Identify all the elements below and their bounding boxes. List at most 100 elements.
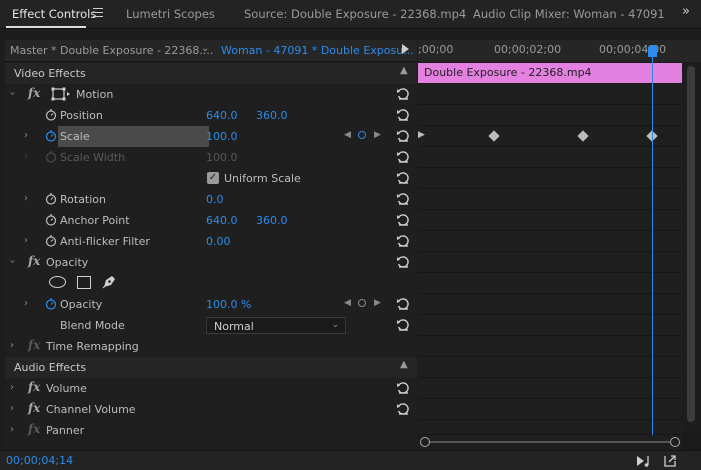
- uniform-scale-checkbox[interactable]: ✓: [207, 172, 219, 184]
- chevron-down-icon[interactable]: ›: [7, 92, 18, 96]
- fx-icon[interactable]: fx: [28, 380, 40, 394]
- reset-icon[interactable]: [396, 150, 410, 164]
- master-clip-label[interactable]: Master * Double Exposure - 22368....: [10, 44, 213, 57]
- effect-channel-volume[interactable]: › fx Channel Volume: [5, 399, 417, 420]
- current-timecode[interactable]: 00;00;04;14: [6, 454, 73, 467]
- reset-icon[interactable]: [396, 234, 410, 248]
- zoom-handle-right[interactable]: [670, 437, 680, 447]
- effect-timeline[interactable]: ;00;00 00;00;02;00 00;00;04;00 Double Ex…: [418, 40, 701, 450]
- add-keyframe-icon[interactable]: [358, 299, 366, 307]
- collapse-up-icon[interactable]: ▲: [400, 359, 408, 370]
- reset-icon[interactable]: [396, 297, 410, 311]
- anti-flicker-value[interactable]: 0.00: [206, 235, 231, 248]
- anchor-y-value[interactable]: 360.0: [256, 214, 288, 227]
- reset-icon[interactable]: [396, 192, 410, 206]
- fx-icon[interactable]: fx: [28, 401, 40, 415]
- time-ruler[interactable]: ;00;00 00;00;02;00 00;00;04;00: [418, 40, 701, 62]
- rectangle-mask-icon[interactable]: [77, 276, 91, 289]
- stopwatch-icon: [45, 151, 57, 163]
- reset-icon[interactable]: [396, 108, 410, 122]
- chevron-right-icon[interactable]: ›: [10, 403, 14, 414]
- effect-panner[interactable]: › fx Panner: [5, 420, 417, 441]
- position-x-value[interactable]: 640.0: [206, 109, 238, 122]
- effect-time-remapping[interactable]: › fx Time Remapping: [5, 336, 417, 357]
- reset-icon[interactable]: [396, 129, 410, 143]
- timeline-clip[interactable]: Double Exposure - 22368.mp4: [418, 63, 682, 83]
- chevron-right-icon[interactable]: ›: [10, 424, 14, 435]
- panel-menu-icon[interactable]: [93, 8, 103, 17]
- scale-value[interactable]: 100.0: [206, 130, 238, 143]
- fx-icon[interactable]: fx: [28, 86, 40, 100]
- effect-volume[interactable]: › fx Volume: [5, 378, 417, 399]
- clip-selector-bar: Master * Double Exposure - 22368.... ⌄ W…: [5, 40, 417, 62]
- mask-tools: [5, 273, 417, 294]
- ruler-time-2s: 00;00;02;00: [494, 43, 562, 56]
- chevron-down-icon[interactable]: ›: [7, 260, 18, 264]
- show-timeline-icon[interactable]: [402, 44, 409, 54]
- opacity-value[interactable]: 100.0 %: [206, 298, 251, 311]
- track-row: [418, 357, 682, 378]
- reset-icon[interactable]: [396, 381, 410, 395]
- fx-icon[interactable]: fx: [28, 254, 40, 268]
- transform-icon[interactable]: [51, 87, 71, 101]
- tab-source-monitor[interactable]: Source: Double Exposure - 22368.mp4: [244, 7, 466, 21]
- track-row: [418, 315, 682, 336]
- effect-opacity[interactable]: › fx Opacity: [5, 252, 417, 273]
- reset-icon[interactable]: [396, 402, 410, 416]
- chevron-right-icon[interactable]: ›: [24, 130, 28, 141]
- stopwatch-icon-active[interactable]: [45, 297, 57, 310]
- tab-effect-controls[interactable]: Effect Controls: [12, 7, 96, 21]
- reset-icon[interactable]: [396, 318, 410, 332]
- next-keyframe-icon[interactable]: ▶: [374, 298, 381, 308]
- track-row: [418, 399, 682, 420]
- stopwatch-icon-active[interactable]: [45, 129, 57, 142]
- ellipse-mask-icon[interactable]: [49, 276, 66, 288]
- prev-keyframe-icon[interactable]: ◀: [344, 130, 351, 140]
- track-row: [418, 420, 682, 435]
- active-tab-indicator: [6, 26, 86, 28]
- playhead-handle[interactable]: [648, 45, 657, 57]
- export-frame-icon[interactable]: [662, 453, 678, 468]
- zoom-handle-left[interactable]: [420, 437, 430, 447]
- chevron-right-icon[interactable]: ›: [24, 193, 28, 204]
- chevron-right-icon[interactable]: ›: [24, 298, 28, 309]
- scale-keyframe[interactable]: [577, 130, 589, 142]
- effect-motion[interactable]: › fx Motion: [5, 84, 417, 105]
- chevron-right-icon[interactable]: ›: [10, 382, 14, 393]
- tab-audio-clip-mixer[interactable]: Audio Clip Mixer: Woman - 47091: [473, 7, 665, 21]
- vertical-scrollbar[interactable]: [682, 62, 701, 432]
- param-label: Scale Width: [60, 151, 126, 164]
- position-y-value[interactable]: 360.0: [256, 109, 288, 122]
- chevron-right-icon[interactable]: ›: [10, 340, 14, 351]
- blend-mode-select[interactable]: Normal ⌄: [206, 317, 346, 334]
- selected-clip-label[interactable]: Woman - 47091 * Double Exposu...: [221, 44, 414, 57]
- chevron-right-icon[interactable]: ›: [24, 235, 28, 246]
- horizontal-zoom-scrollbar[interactable]: [418, 435, 682, 450]
- scale-width-value: 100.0: [206, 151, 238, 164]
- reset-icon[interactable]: [396, 87, 410, 101]
- more-tabs-icon[interactable]: »: [682, 4, 690, 19]
- zoom-bar[interactable]: [424, 441, 674, 443]
- collapse-up-icon[interactable]: ▲: [400, 65, 408, 76]
- reset-icon[interactable]: [396, 255, 410, 269]
- scale-keyframe[interactable]: [488, 130, 500, 142]
- stopwatch-icon[interactable]: [45, 213, 57, 226]
- tab-lumetri-scopes[interactable]: Lumetri Scopes: [126, 7, 215, 21]
- param-label: Position: [60, 109, 103, 122]
- add-keyframe-icon[interactable]: [358, 131, 366, 139]
- pen-mask-icon[interactable]: [101, 274, 117, 290]
- scrollbar-thumb[interactable]: [687, 66, 695, 422]
- anchor-x-value[interactable]: 640.0: [206, 214, 238, 227]
- chevron-down-icon[interactable]: ⌄: [201, 43, 209, 54]
- reset-icon[interactable]: [396, 213, 410, 227]
- stopwatch-icon[interactable]: [45, 234, 57, 247]
- play-audio-icon[interactable]: [636, 454, 652, 468]
- rotation-value[interactable]: 0.0: [206, 193, 224, 206]
- stopwatch-icon[interactable]: [45, 108, 57, 121]
- prev-keyframe-icon[interactable]: ◀: [344, 298, 351, 308]
- reset-icon[interactable]: [396, 171, 410, 185]
- param-scale-width: › Scale Width 100.0: [5, 147, 417, 168]
- next-keyframe-icon[interactable]: ▶: [374, 130, 381, 140]
- section-title: Audio Effects: [14, 361, 87, 374]
- stopwatch-icon[interactable]: [45, 192, 57, 205]
